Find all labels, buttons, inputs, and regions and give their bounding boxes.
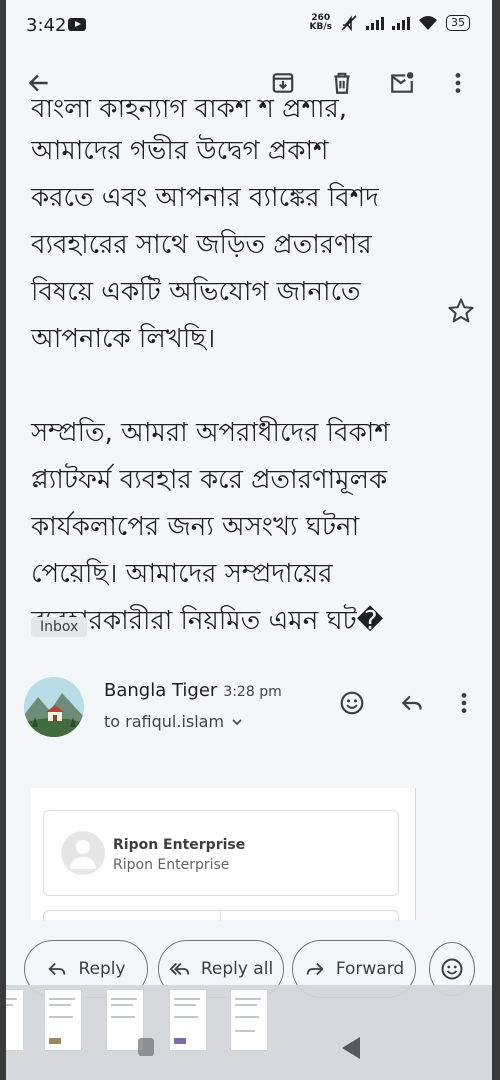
status-bar: 3:42 260 KB/s 35 <box>6 0 492 52</box>
more-vert-icon <box>461 693 467 713</box>
reply-icon <box>48 962 66 976</box>
status-indicators: 260 KB/s 35 <box>310 14 470 32</box>
body-line: ব্যবহারের সাথে জড়িত প্রতারণার <box>31 230 372 260</box>
message-more-button[interactable] <box>447 686 481 720</box>
inbox-label-chip[interactable]: Inbox <box>31 617 88 637</box>
body-line: সম্প্রতি, আমরা অপরাধীদের বিকাশ <box>31 418 390 448</box>
sender-name: Bangla Tiger <box>104 680 218 701</box>
archive-icon <box>272 73 294 93</box>
body-line: প্ল্যাটফর্ম ব্যবহার করে প্রতারণামূলক <box>31 465 388 495</box>
trash-icon <box>334 72 350 94</box>
body-line: করতে এবং আপনার ব্যাঙ্কের বিশদ <box>31 183 379 213</box>
archive-button[interactable] <box>263 63 303 103</box>
battery-icon: 35 <box>446 15 470 31</box>
signal-1-icon <box>366 16 384 30</box>
star-icon[interactable] <box>446 296 476 326</box>
system-navigation-bar <box>6 1020 492 1080</box>
back-button[interactable] <box>19 63 59 103</box>
delete-button[interactable] <box>322 63 362 103</box>
business-card[interactable]: Ripon Enterprise Ripon Enterprise <box>43 810 399 896</box>
body-line: আমাদের গভীর উদ্বেগ প্রকাশ <box>31 136 329 166</box>
forward-icon <box>306 962 324 976</box>
more-vert-icon <box>455 73 461 93</box>
status-time: 3:42 <box>26 15 67 36</box>
network-speed: 260 KB/s <box>310 14 332 32</box>
back-nav-button[interactable] <box>342 1037 360 1059</box>
gmail-message-view: 3:42 260 KB/s 35 বাংলা কাহন্যাগ বাকশ শ প… <box>6 0 492 1080</box>
mute-icon <box>341 15 357 32</box>
sender-line[interactable]: Bangla Tiger 3:28 pm <box>104 680 282 701</box>
body-line: কার্যকলাপের জন্য অসংখ্য ঘটনা <box>31 512 360 542</box>
body-line: পেয়েছি। আমাদের সম্প্রদায়ের <box>31 559 333 589</box>
reply-icon-button[interactable] <box>395 686 429 720</box>
business-subtitle: Ripon Enterprise <box>113 857 230 873</box>
body-line: আপনাকে লিখছি। <box>31 324 216 354</box>
emoji-icon <box>441 958 463 980</box>
landscape-avatar-image <box>24 677 84 737</box>
more-options-button[interactable] <box>438 63 478 103</box>
signal-2-icon <box>392 16 410 30</box>
reply-all-label: Reply all <box>200 959 274 979</box>
email-body: বাংলা কাহন্যাগ বাকশ শ প্রশার, আমাদের গভী… <box>31 100 431 645</box>
recipient-text: to rafiqul.islam <box>104 712 225 731</box>
emoji-icon <box>340 691 364 715</box>
sender-avatar[interactable] <box>24 677 84 737</box>
reply-all-icon <box>169 962 189 976</box>
wifi-icon <box>419 16 437 30</box>
forward-label: Forward <box>335 959 405 979</box>
home-button[interactable] <box>138 1038 154 1056</box>
default-avatar-icon <box>61 831 105 875</box>
arrow-left-icon <box>28 74 48 92</box>
embedded-message-content: Ripon Enterprise Ripon Enterprise <box>31 788 416 921</box>
body-line-partial: বাংলা কাহন্যাগ বাকশ শ প্রশার, <box>31 100 348 124</box>
body-line: বিষয়ে একটি অভিযোগ জানাতে <box>31 277 361 307</box>
chevron-down-icon <box>232 718 242 725</box>
add-reaction-button[interactable] <box>335 686 369 720</box>
reply-icon <box>401 695 422 711</box>
right-frame-edge <box>492 0 500 1080</box>
youtube-notification-icon <box>68 18 86 31</box>
mail-unread-icon <box>391 72 414 93</box>
mark-unread-button[interactable] <box>382 63 422 103</box>
business-title: Ripon Enterprise <box>113 837 246 853</box>
recipient-details-toggle[interactable]: to rafiqul.islam <box>104 712 244 731</box>
body-line: ব্যবহারকারীরা নিয়মিত এমন ঘট� <box>31 606 384 636</box>
reply-label: Reply <box>78 959 126 979</box>
message-time: 3:28 pm <box>223 684 282 700</box>
network-speed-unit: KB/s <box>309 22 332 32</box>
embedded-next-section <box>43 910 399 921</box>
